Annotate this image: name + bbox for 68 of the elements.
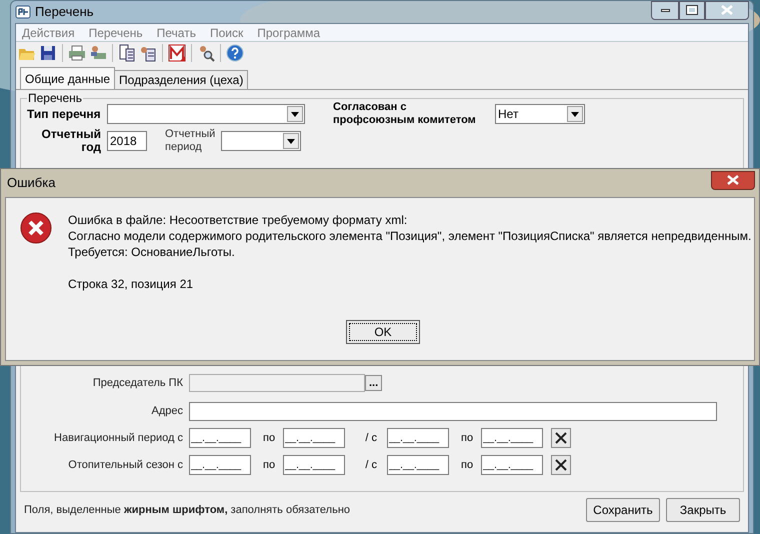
maximize-button[interactable]	[679, 0, 705, 20]
close-button[interactable]	[705, 0, 749, 20]
clear-icon	[555, 459, 567, 471]
error-message-line: Согласно модели содержимого родительского элемента "Позиция", элемент "ПозицияСписка" является непредвиденным.	[68, 228, 752, 244]
menu-item[interactable]: Печать	[156, 24, 196, 42]
field-label: по	[263, 458, 276, 473]
menu-item[interactable]: Перечень	[88, 24, 143, 42]
field-label: профсоюзным комитетом	[333, 114, 477, 127]
date-field[interactable]: __.__.____	[283, 428, 345, 448]
agreed-dropdown[interactable]: Нет	[495, 104, 585, 124]
address-field[interactable]	[189, 402, 717, 421]
field-label: Адрес	[150, 404, 183, 420]
date-field[interactable]: __.__.____	[387, 428, 449, 448]
field-label: Отопительный сезон с	[67, 458, 183, 473]
user-printer-icon[interactable]	[89, 44, 107, 62]
field-label: / с	[364, 458, 378, 473]
list-type-dropdown[interactable]	[107, 104, 305, 124]
user-documents-icon[interactable]	[139, 44, 157, 62]
field-label: Отчетный период	[165, 128, 215, 154]
close-button[interactable]	[711, 170, 755, 190]
clear-icon	[555, 432, 567, 444]
printer-icon[interactable]	[68, 44, 86, 62]
field-label: по	[263, 430, 276, 446]
document-icon[interactable]	[168, 44, 186, 62]
chairman-field[interactable]	[189, 374, 365, 392]
help-icon[interactable]	[226, 44, 244, 62]
field-label: Отчетный год	[40, 128, 101, 154]
field-label: Тип перечня	[27, 106, 101, 123]
app-logo-icon	[15, 4, 31, 20]
ok-button[interactable]: OK	[346, 320, 420, 344]
close-window-button[interactable]: Закрыть	[666, 498, 740, 522]
error-icon	[20, 212, 52, 244]
field-label: по	[461, 458, 474, 473]
group-title: Перечень	[27, 91, 84, 105]
user-search-icon[interactable]	[197, 44, 215, 62]
tab[interactable]: Общие данные	[20, 67, 116, 89]
footer-note: Поля, выделенные жирным шрифтом, заполнять обязательно	[24, 502, 350, 518]
clear-button[interactable]	[551, 428, 571, 448]
save-icon[interactable]	[39, 44, 57, 62]
dialog-title: Ошибка	[6, 174, 56, 192]
menu-item[interactable]: Программа	[257, 24, 320, 42]
minimize-button[interactable]	[651, 0, 679, 20]
date-field[interactable]: __.__.____	[481, 455, 543, 475]
window-title: Перечень	[35, 3, 94, 22]
documents-icon[interactable]	[118, 44, 136, 62]
close-icon	[721, 5, 733, 15]
period-dropdown[interactable]	[221, 131, 301, 151]
date-field[interactable]: __.__.____	[387, 455, 449, 475]
menu-item[interactable]: Действия	[22, 24, 75, 42]
date-field[interactable]: __.__.____	[283, 455, 345, 475]
field-label: Навигационный период с	[53, 430, 183, 446]
tab[interactable]: Подразделения (цеха)	[115, 70, 248, 89]
field-label: / с	[364, 430, 378, 446]
menu-item[interactable]: Поиск	[210, 24, 244, 42]
error-message-line: Ошибка в файле: Несоответствие требуемому формату xml:	[68, 212, 408, 228]
date-field[interactable]: __.__.____	[481, 428, 543, 448]
date-field[interactable]: __.__.____	[189, 428, 251, 448]
close-icon	[727, 175, 739, 185]
error-message-line: Требуется: ОснованиеЛьготы.	[68, 244, 236, 260]
date-field[interactable]: __.__.____	[189, 455, 251, 475]
year-field[interactable]: 2018	[107, 131, 147, 151]
error-position: Строка 32, позиция 21	[68, 276, 194, 292]
save-button[interactable]: Сохранить	[586, 498, 660, 522]
field-label: Согласован с	[333, 101, 408, 114]
field-label: Председатель ПК	[92, 376, 183, 391]
clear-button[interactable]	[551, 455, 571, 475]
browse-button[interactable]: ...	[365, 375, 382, 391]
field-label: по	[461, 430, 474, 446]
